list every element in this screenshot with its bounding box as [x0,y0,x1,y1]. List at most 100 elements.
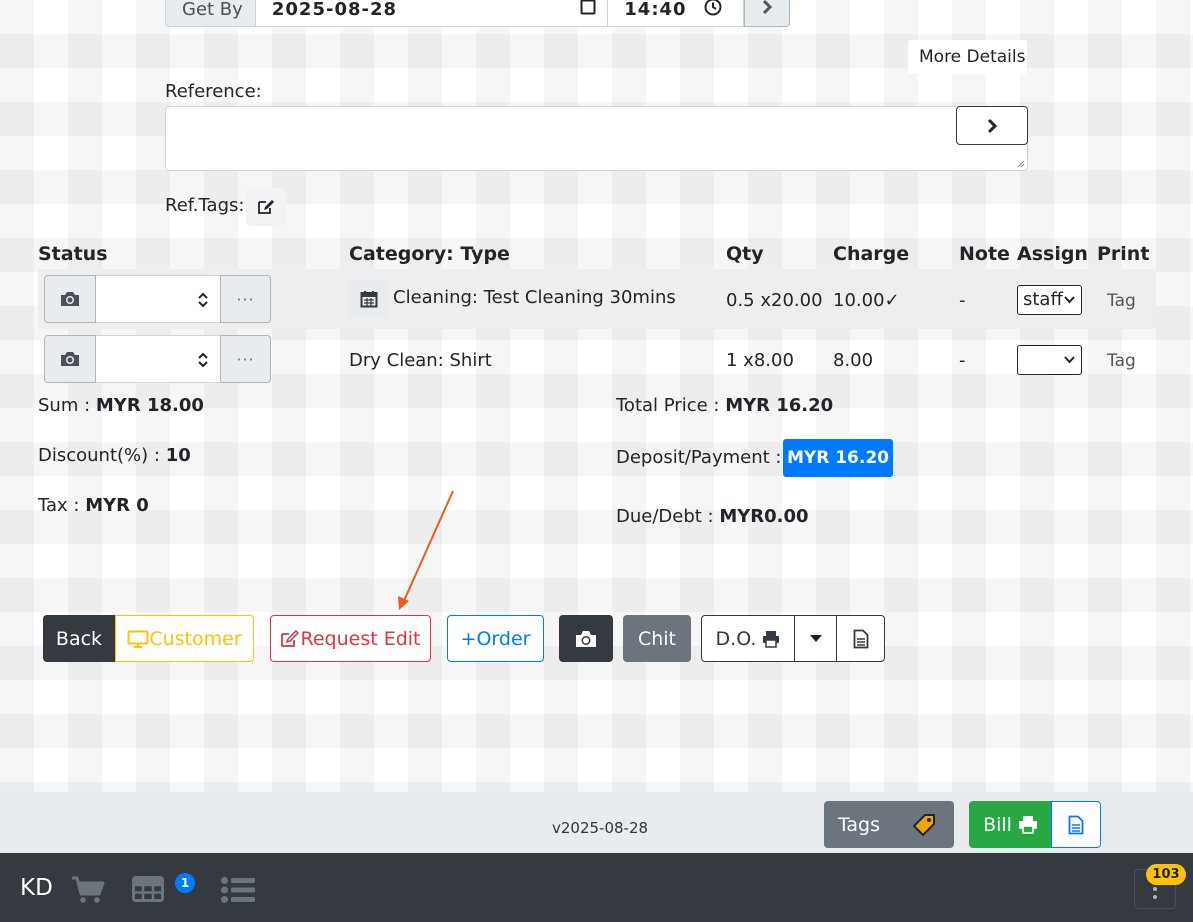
row-qty: 0.5 x20.00 [726,290,823,311]
total-value: MYR 16.20 [725,395,834,416]
tax-value: MYR 0 [85,495,149,516]
row-charge[interactable]: 8.00 [833,350,873,371]
tag-icon [913,813,935,836]
caret-down-icon [809,635,822,642]
total-label: Total Price : [616,395,726,416]
discount-value: 10 [165,445,191,466]
chevron-down-icon [1064,356,1075,364]
get-by-date-value: 2025-08-28 [271,0,398,20]
table-badge: 1 [175,873,195,893]
customer-button[interactable]: Customer [115,615,254,662]
list-icon [221,877,255,903]
assign-value: staff [1023,289,1063,310]
status-select[interactable] [96,335,220,383]
payment-button[interactable]: MYR 16.20 [783,439,893,477]
select-arrows-icon [198,292,208,308]
status-group: ··· [44,335,271,383]
sum-value: MYR 18.00 [95,395,204,416]
get-by-label: Get By [165,0,255,27]
chevron-down-icon [1064,296,1075,304]
do-dropdown-toggle[interactable] [794,615,837,662]
print-tag-link[interactable]: Tag [1107,291,1136,311]
bill-document-button[interactable] [1051,801,1101,848]
reference-submit-button[interactable] [956,106,1028,145]
cart-button[interactable] [71,876,105,904]
document-button[interactable] [836,615,885,662]
photo-button[interactable] [44,335,96,383]
calendar-icon [360,291,377,308]
tax-label: Tax : [38,495,86,516]
sum-line: Sum : MYR 18.00 [38,395,204,416]
calendar-picker-icon[interactable] [580,0,596,15]
tag-icon-button[interactable] [894,801,954,848]
more-options-button[interactable]: ··· [220,335,271,383]
status-select[interactable] [96,275,220,323]
row-charge[interactable]: 10.00✓ [833,290,900,311]
get-by-group: Get By 2025-08-28 14:40 [165,0,790,27]
cart-icon [72,876,105,903]
chit-button[interactable]: Chit [623,615,691,662]
tags-button[interactable]: Tags [824,801,894,848]
row-category: Dry Clean: Shirt [349,350,492,371]
document-icon [1068,815,1084,834]
more-options-button[interactable]: ··· [220,275,271,323]
column-header-status: Status [38,243,108,265]
column-header-charge: Charge [833,243,910,265]
photo-button[interactable] [44,275,96,323]
status-group: ··· [44,275,271,323]
clock-icon[interactable] [704,0,722,16]
printer-icon [763,630,780,648]
delivery-order-print-button[interactable]: D.O. [701,615,795,662]
row-category: Cleaning: Test Cleaning 30mins [393,287,676,308]
camera-button[interactable] [559,615,613,662]
ref-tags-label: Ref.Tags: [165,195,245,216]
print-tag-link[interactable]: Tag [1107,351,1136,371]
request-edit-label: Request Edit [300,627,421,650]
discount-label: Discount(%) : [38,445,166,466]
list-view-button[interactable] [220,876,256,904]
edit-icon [258,200,274,214]
select-arrows-icon [198,352,208,368]
get-by-go-button[interactable] [744,0,790,27]
reference-label: Reference: [165,81,262,102]
due-value: MYR0.00 [719,506,809,527]
column-header-qty: Qty [726,243,764,265]
column-header-print: Print [1097,243,1150,265]
column-header-assign: Assign [1017,243,1088,265]
bill-print-button[interactable]: Bill [969,801,1052,848]
assign-select[interactable]: staff [1017,285,1082,315]
back-button[interactable]: Back [43,615,115,662]
table-icon [132,876,164,902]
deposit-label: Deposit/Payment : [616,447,782,468]
row-note: - [959,350,966,371]
document-icon [853,629,868,648]
sum-label: Sum : [38,395,96,416]
tax-line: Tax : MYR 0 [38,495,149,516]
reference-textarea[interactable] [165,106,1028,171]
edit-icon [281,629,300,647]
monitor-icon [127,630,149,648]
due-label: Due/Debt : [616,506,720,527]
camera-icon [61,292,79,306]
column-header-note: Note [959,243,1010,265]
brand-label[interactable]: KD [20,875,53,901]
assign-select[interactable] [1017,345,1082,375]
chevron-right-icon [987,118,998,133]
schedule-button[interactable] [349,280,388,318]
add-order-button[interactable]: +Order [447,615,544,662]
get-by-time-input[interactable]: 14:40 [608,0,745,27]
request-edit-button[interactable]: Request Edit [270,615,431,662]
printer-icon [1018,816,1037,834]
due-line: Due/Debt : MYR0.00 [616,506,809,527]
app-version: v2025-08-28 [552,819,649,837]
total-line: Total Price : MYR 16.20 [616,395,833,416]
annotation-arrow [398,490,454,610]
ref-tags-edit-button[interactable] [246,188,286,226]
resize-grip-icon[interactable] [1015,158,1025,168]
row-note: - [959,290,966,311]
bill-label: Bill [983,813,1012,836]
get-by-date-input[interactable]: 2025-08-28 [254,0,609,27]
table-view-button[interactable] [132,876,164,902]
customer-label: Customer [149,627,242,650]
more-details-button[interactable]: More Details [908,40,1027,74]
